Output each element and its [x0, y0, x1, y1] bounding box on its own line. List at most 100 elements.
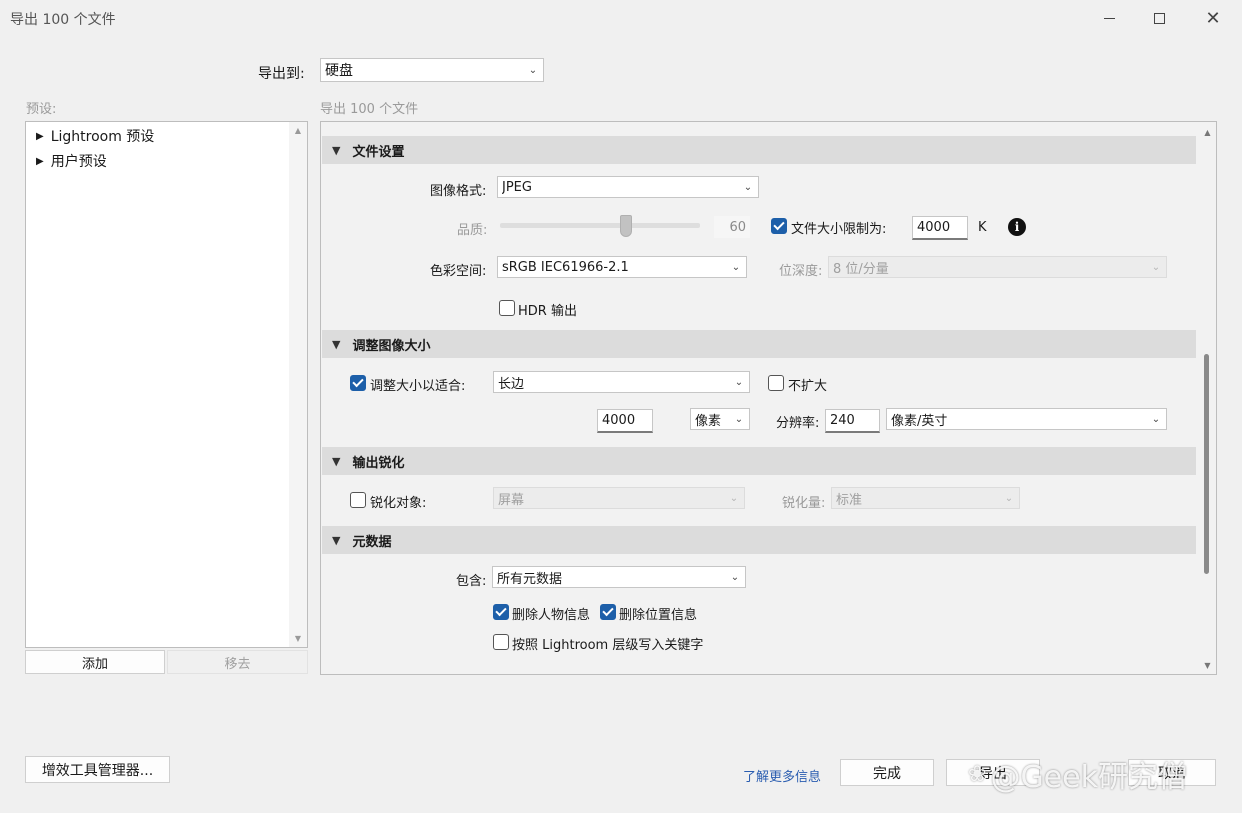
scrollbar-thumb[interactable]: [1204, 354, 1209, 574]
metadata-include-select[interactable]: 所有元数据 ⌄: [492, 566, 746, 588]
presets-tree[interactable]: ▶ Lightroom 预设 ▶ 用户预设 ▲ ▼: [25, 121, 308, 648]
resolution-input[interactable]: 240: [825, 409, 880, 433]
section-metadata[interactable]: ▼ 元数据: [322, 526, 1196, 554]
format-select[interactable]: JPEG ⌄: [497, 176, 759, 198]
remove-person-info-label: 删除人物信息: [512, 608, 591, 623]
window-title: 导出 100 个文件: [10, 12, 116, 28]
export-to-select[interactable]: 硬盘 ⌄: [320, 58, 544, 82]
chevron-down-icon: ⌄: [528, 64, 538, 76]
quality-slider-thumb[interactable]: [620, 215, 632, 237]
minimize-icon: [1103, 17, 1115, 19]
presets-label: 预设:: [26, 102, 57, 117]
close-icon: ✕: [1205, 7, 1221, 29]
settings-panel: [320, 121, 1217, 675]
hdr-output-checkbox[interactable]: [499, 300, 515, 316]
write-keywords-hierarchy-checkbox[interactable]: [493, 634, 509, 650]
remove-location-info-label: 删除位置信息: [619, 608, 698, 623]
preset-folder-label: 用户预设: [50, 154, 107, 170]
sharpen-amount-value: 标准: [836, 492, 863, 508]
learn-more-link[interactable]: 了解更多信息: [743, 766, 821, 785]
close-button[interactable]: ✕: [1190, 4, 1236, 32]
resize-mode-value: 长边: [498, 376, 525, 392]
chevron-down-icon: ⌄: [1151, 261, 1161, 273]
maximize-icon: [1153, 12, 1165, 24]
bitdepth-label: 位深度:: [779, 264, 823, 279]
resolution-label: 分辨率:: [776, 416, 820, 431]
chevron-down-icon: ⌄: [731, 261, 741, 273]
resolution-unit-value: 像素/英寸: [891, 413, 948, 429]
size-unit-select[interactable]: 像素 ⌄: [690, 408, 750, 430]
scroll-up-icon[interactable]: ▲: [289, 126, 307, 135]
chevron-down-icon: ⌄: [734, 376, 744, 388]
maximize-button[interactable]: [1136, 4, 1182, 32]
format-value: JPEG: [502, 179, 532, 195]
section-file-settings[interactable]: ▼ 文件设置: [322, 136, 1196, 164]
size-unit-value: 像素: [695, 413, 722, 429]
quality-label: 品质:: [457, 223, 488, 238]
panel-caption: 导出 100 个文件: [320, 102, 419, 117]
remove-preset-button[interactable]: 移去: [167, 650, 308, 674]
resize-to-fit-label: 调整大小以适合:: [370, 379, 466, 394]
scroll-down-icon[interactable]: ▼: [289, 634, 307, 643]
presets-scrollbar[interactable]: ▲ ▼: [289, 122, 307, 647]
watermark-logo-icon: ❀: [968, 761, 987, 787]
preset-folder-user[interactable]: ▶ 用户预设: [36, 151, 107, 171]
plugin-manager-button[interactable]: 增效工具管理器...: [25, 756, 170, 783]
file-size-limit-checkbox[interactable]: [771, 218, 787, 234]
write-keywords-hierarchy-label: 按照 Lightroom 层级写入关键字: [512, 638, 704, 653]
format-label: 图像格式:: [430, 184, 487, 199]
export-to-label: 导出到:: [258, 66, 305, 82]
file-size-limit-label: 文件大小限制为:: [791, 222, 887, 237]
preset-folder-lightroom[interactable]: ▶ Lightroom 预设: [36, 126, 154, 146]
colorspace-label: 色彩空间:: [430, 264, 487, 279]
bitdepth-value: 8 位/分量: [833, 261, 889, 277]
section-output-sharpening[interactable]: ▼ 输出锐化: [322, 447, 1196, 475]
scroll-down-icon[interactable]: ▼: [1199, 661, 1216, 670]
colorspace-select[interactable]: sRGB IEC61966-2.1 ⌄: [497, 256, 747, 278]
collapse-triangle-icon[interactable]: ▼: [332, 338, 340, 351]
quality-slider[interactable]: [500, 215, 700, 237]
include-label: 包含:: [456, 574, 487, 589]
remove-location-info-checkbox[interactable]: [600, 604, 616, 620]
resolution-unit-select[interactable]: 像素/英寸 ⌄: [886, 408, 1167, 430]
section-title: 调整图像大小: [352, 338, 431, 354]
minimize-button[interactable]: [1086, 4, 1132, 32]
sharpen-for-label: 锐化对象:: [370, 496, 427, 511]
chevron-down-icon: ⌄: [734, 413, 744, 425]
collapse-triangle-icon[interactable]: ▼: [332, 534, 340, 547]
bitdepth-select[interactable]: 8 位/分量 ⌄: [828, 256, 1167, 278]
file-size-unit: K: [978, 220, 987, 235]
metadata-include-value: 所有元数据: [497, 571, 563, 587]
sharpen-for-value: 屏幕: [498, 492, 525, 508]
chevron-down-icon: ⌄: [1151, 413, 1161, 425]
resize-mode-select[interactable]: 长边 ⌄: [493, 371, 750, 393]
chevron-down-icon: ⌄: [729, 492, 739, 504]
sharpen-for-checkbox[interactable]: [350, 492, 366, 508]
expand-arrow-icon[interactable]: ▶: [36, 131, 44, 142]
section-title: 输出锐化: [352, 455, 405, 471]
add-preset-button[interactable]: 添加: [25, 650, 165, 674]
section-title: 元数据: [352, 534, 392, 550]
collapse-triangle-icon[interactable]: ▼: [332, 144, 340, 157]
preset-folder-label: Lightroom 预设: [50, 129, 155, 145]
dont-enlarge-checkbox[interactable]: [768, 375, 784, 391]
sharpen-for-select[interactable]: 屏幕 ⌄: [493, 487, 745, 509]
info-icon[interactable]: i: [1008, 218, 1026, 236]
sharpen-amount-select[interactable]: 标准 ⌄: [831, 487, 1020, 509]
collapse-triangle-icon[interactable]: ▼: [332, 455, 340, 468]
chevron-down-icon: ⌄: [1004, 492, 1014, 504]
resize-to-fit-checkbox[interactable]: [350, 375, 366, 391]
section-title: 文件设置: [352, 144, 405, 160]
expand-arrow-icon[interactable]: ▶: [36, 156, 44, 167]
sharpen-amount-label: 锐化量:: [782, 496, 826, 511]
file-size-limit-input[interactable]: 4000: [912, 216, 968, 240]
settings-scrollbar[interactable]: ▲ ▼: [1199, 122, 1216, 674]
section-resize[interactable]: ▼ 调整图像大小: [322, 330, 1196, 358]
remove-person-info-checkbox[interactable]: [493, 604, 509, 620]
colorspace-value: sRGB IEC61966-2.1: [502, 259, 629, 275]
scroll-up-icon[interactable]: ▲: [1199, 128, 1216, 137]
resize-size-input[interactable]: 4000: [597, 409, 653, 433]
watermark: ❀ @Geek研究僧: [968, 752, 1188, 796]
quality-value[interactable]: 60: [714, 216, 750, 238]
done-button[interactable]: 完成: [840, 759, 934, 786]
